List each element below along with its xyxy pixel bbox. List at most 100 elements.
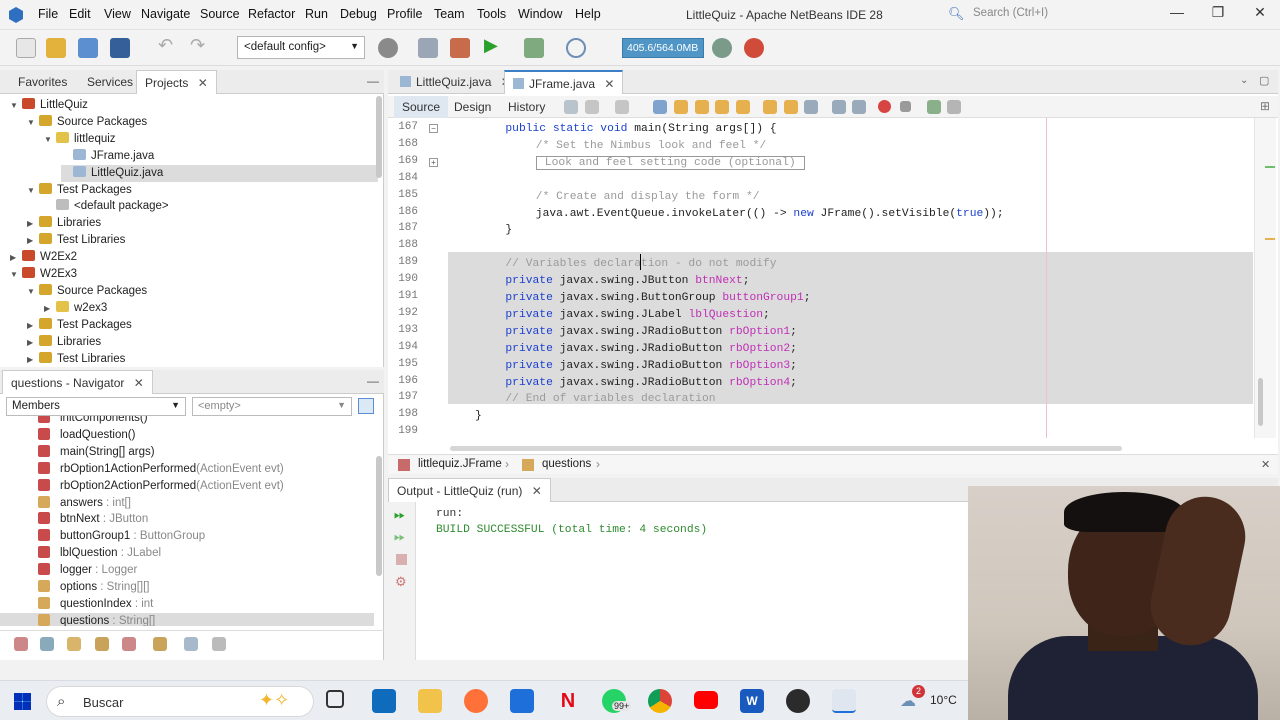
next-bookmark-icon[interactable]: [784, 100, 798, 114]
menu-file[interactable]: File: [38, 7, 58, 21]
scroll-thumb[interactable]: [1258, 378, 1263, 426]
chevron-down-icon[interactable]: ⌄: [1240, 75, 1248, 86]
weather-widget[interactable]: ☁ 2 10°C: [900, 685, 968, 713]
netflix-icon[interactable]: N: [556, 689, 580, 713]
rerun-with-args-icon[interactable]: ⏩︎: [394, 528, 405, 545]
taskbar-search[interactable]: ⌕ Buscar ✦✧: [46, 686, 314, 717]
expand-toggle-icon[interactable]: ▶: [27, 232, 39, 249]
menu-edit[interactable]: Edit: [69, 7, 91, 21]
navigator-item[interactable]: logger : Logger: [38, 562, 137, 579]
expand-toggle-icon[interactable]: ▼: [27, 114, 39, 131]
filter-options-icon[interactable]: [358, 398, 374, 414]
code-area[interactable]: 167 − public static void main(String args[…: [388, 118, 1258, 438]
last-edit-icon[interactable]: [564, 100, 578, 114]
sort-name-icon[interactable]: [184, 637, 198, 651]
expand-toggle-icon[interactable]: ▶: [44, 300, 56, 317]
tab-services[interactable]: Services: [79, 70, 141, 94]
menu-navigate[interactable]: Navigate: [141, 7, 190, 21]
close-icon[interactable]: ✕: [532, 484, 542, 498]
navigator-item[interactable]: options : String[][]: [38, 579, 150, 596]
comment-icon[interactable]: [927, 100, 941, 114]
navigator-item[interactable]: buttonGroup1 : ButtonGroup: [38, 528, 205, 545]
navigator-item[interactable]: main(String[] args): [38, 444, 155, 461]
expand-toggle-icon[interactable]: ▼: [10, 266, 22, 283]
minimize-panel-icon[interactable]: —: [367, 74, 379, 88]
tab-design[interactable]: Design: [446, 96, 499, 118]
inherited-filter-icon[interactable]: [122, 637, 136, 651]
menu-help[interactable]: Help: [575, 7, 601, 21]
navigator-item[interactable]: questions : String[]: [0, 612, 374, 626]
record-macro-icon[interactable]: [878, 100, 891, 113]
tree-item[interactable]: ▼ LittleQuiz: [10, 97, 88, 114]
tree-item[interactable]: ▼ Source Packages: [27, 114, 147, 131]
editor-hscrollbar[interactable]: [450, 446, 1122, 451]
tree-item[interactable]: LittleQuiz.java: [61, 164, 378, 182]
menu-debug[interactable]: Debug: [340, 7, 377, 21]
tree-item[interactable]: ▶ Test Libraries: [27, 232, 125, 249]
split-editor-icon[interactable]: ⊞: [1260, 99, 1270, 113]
expand-toggle-icon[interactable]: ▶: [27, 334, 39, 351]
expand-toggle-icon[interactable]: ▼: [27, 182, 39, 199]
netbeans-taskbar-icon[interactable]: [832, 689, 856, 713]
shift-left-icon[interactable]: [832, 100, 846, 114]
expand-toggle-icon[interactable]: ▶: [27, 317, 39, 334]
tree-item[interactable]: ▼ Test Packages: [27, 182, 132, 199]
tree-item[interactable]: ▶ Libraries: [27, 215, 101, 232]
new-file-icon[interactable]: [16, 38, 36, 58]
navigator-item[interactable]: rbOption2ActionPerformed(ActionEvent evt…: [38, 478, 284, 495]
file-explorer-icon[interactable]: [418, 689, 442, 713]
tab-projects[interactable]: Projects ✕: [136, 70, 217, 94]
search-box[interactable]: 🔍︎ Search (Ctrl+I): [948, 4, 1153, 26]
windows-start-icon[interactable]: [14, 693, 31, 710]
toggle-bookmark-icon[interactable]: [804, 100, 818, 114]
tree-item[interactable]: ▼ littlequiz: [44, 131, 116, 148]
tab-history[interactable]: History: [500, 96, 553, 118]
highlight-icon[interactable]: [736, 100, 750, 114]
forward-icon[interactable]: [615, 100, 629, 114]
find-selection-icon[interactable]: [715, 100, 729, 114]
folded-code-box[interactable]: Look and feel setting code (optional): [535, 155, 805, 170]
menu-tools[interactable]: Tools: [477, 7, 506, 21]
firefox-icon[interactable]: [464, 689, 488, 713]
shift-right-icon[interactable]: [852, 100, 866, 114]
members-select[interactable]: Members ▼: [6, 397, 186, 416]
chrome-icon[interactable]: [648, 689, 672, 713]
youtube-icon[interactable]: [694, 691, 718, 709]
menu-team[interactable]: Team: [434, 7, 465, 21]
fold-toggle-icon[interactable]: −: [429, 124, 438, 133]
navigator-item[interactable]: questionIndex : int: [38, 596, 153, 613]
word-icon[interactable]: W: [740, 689, 764, 713]
profiler-snapshot-icon[interactable]: [744, 38, 764, 58]
tree-item[interactable]: ▶ Libraries: [27, 334, 101, 351]
tab-favorites[interactable]: Favorites: [10, 70, 75, 94]
find-icon[interactable]: [653, 100, 667, 114]
expand-toggle-icon[interactable]: ▶: [27, 215, 39, 232]
stop-icon[interactable]: [396, 554, 407, 565]
store-icon[interactable]: [510, 689, 534, 713]
gc-icon[interactable]: [712, 38, 732, 58]
tree-item[interactable]: ▶ W2Ex2: [10, 249, 77, 266]
menu-run[interactable]: Run: [305, 7, 328, 21]
tab-navigator[interactable]: questions - Navigator ✕: [2, 370, 153, 394]
find-prev-icon[interactable]: [674, 100, 688, 114]
tab-source[interactable]: Source: [394, 96, 449, 118]
close-breadcrumb-icon[interactable]: ✕: [1261, 458, 1270, 471]
build-hammer-icon[interactable]: [418, 38, 438, 58]
expand-toggle-icon[interactable]: ▶: [10, 249, 22, 266]
tree-item[interactable]: ▶ w2ex3: [44, 300, 107, 317]
menu-view[interactable]: View: [104, 7, 131, 21]
navigator-item[interactable]: btnNext : JButton: [38, 511, 148, 528]
tree-item[interactable]: <default package>: [44, 198, 169, 215]
expand-toggle-icon[interactable]: ▼: [27, 283, 39, 300]
menu-refactor[interactable]: Refactor: [248, 7, 295, 21]
config-select[interactable]: <default config> ▼: [237, 36, 365, 59]
build-target-icon[interactable]: [378, 38, 398, 58]
save-all-icon[interactable]: [110, 38, 130, 58]
tree-item[interactable]: ▶ Test Libraries: [27, 351, 125, 368]
navigator-item[interactable]: lblQuestion : JLabel: [38, 545, 161, 562]
tab-jframe-java[interactable]: JFrame.java ✕: [504, 70, 624, 94]
close-window-button[interactable]: ✕: [1245, 4, 1275, 26]
obs-icon[interactable]: [786, 689, 810, 713]
navigator-item[interactable]: initComponents(): [38, 416, 148, 427]
rerun-icon[interactable]: ⏩︎: [394, 506, 405, 523]
